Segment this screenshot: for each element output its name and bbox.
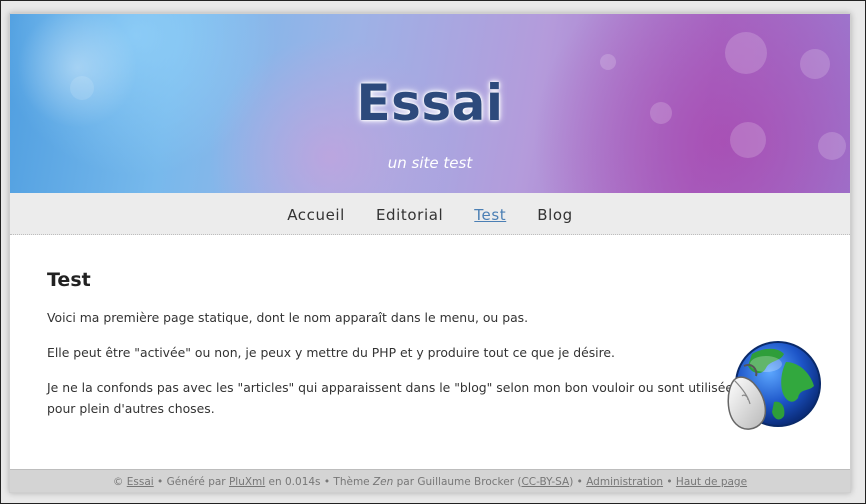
nav-item-test[interactable]: Test	[474, 204, 506, 224]
footer-theme-name: Zen	[372, 476, 394, 488]
article: Test Voici ma première page statique, do…	[47, 269, 767, 433]
footer-theme-close: )	[569, 476, 574, 488]
footer-theme-prefix: Thème	[333, 476, 370, 488]
browser-frame: Essai un site test Accueil Editorial Tes…	[0, 0, 866, 504]
footer-separator: •	[323, 476, 331, 488]
footer-top-link[interactable]: Haut de page	[676, 476, 747, 488]
footer-theme-author: par Guillaume Brocker (	[396, 476, 522, 488]
footer-separator: •	[666, 476, 673, 488]
footer-separator: •	[576, 476, 583, 488]
globe-mouse-icon[interactable]	[722, 340, 822, 440]
nav-item-editorial[interactable]: Editorial	[376, 204, 443, 224]
site-header: Essai un site test	[10, 14, 850, 193]
nav-item-blog[interactable]: Blog	[537, 204, 573, 224]
footer-license-link[interactable]: CC-BY-SA	[521, 476, 569, 488]
footer-site-link[interactable]: Essai	[127, 476, 154, 488]
main-nav: Accueil Editorial Test Blog	[10, 193, 850, 235]
footer-generated-by: Généré par	[166, 476, 226, 488]
globe-icon	[727, 341, 821, 430]
article-paragraph: Voici ma première page statique, dont le…	[47, 310, 529, 325]
footer-engine-link[interactable]: PluXml	[229, 476, 265, 488]
article-paragraph: Je ne la confonds pas avec les "articles…	[47, 380, 740, 416]
footer-timing: en 0.014s	[268, 476, 321, 488]
bokeh-light	[600, 54, 616, 70]
nav-item-accueil[interactable]: Accueil	[287, 204, 345, 224]
footer-copyright: ©	[112, 476, 124, 488]
page: Essai un site test Accueil Editorial Tes…	[9, 13, 851, 493]
footer-separator: •	[157, 476, 164, 488]
site-title[interactable]: Essai	[10, 74, 850, 132]
footer-admin-link[interactable]: Administration	[586, 476, 663, 488]
bokeh-light	[725, 32, 767, 74]
site-footer: © Essai • Généré par PluXml en 0.014s • …	[10, 469, 850, 492]
article-heading: Test	[47, 269, 91, 291]
site-subtitle: un site test	[387, 154, 473, 172]
article-paragraph: Elle peut être "activée" ou non, je peux…	[47, 345, 615, 360]
